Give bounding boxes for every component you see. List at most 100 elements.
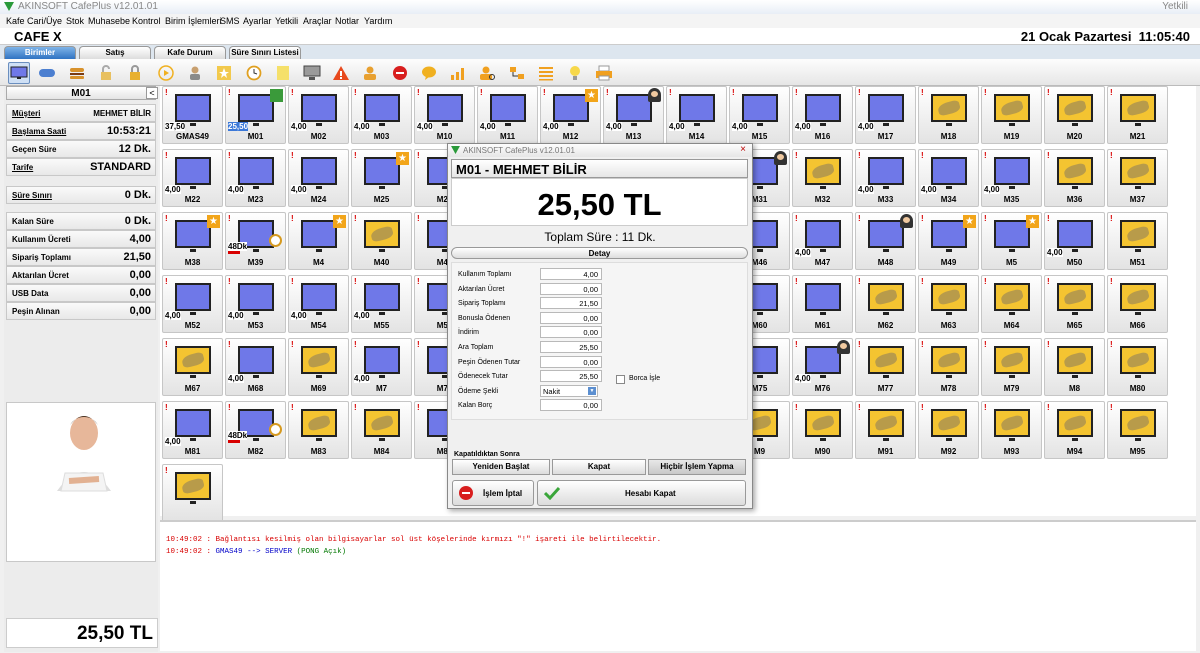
unit-tile[interactable]: ! 4,00 M68 xyxy=(225,338,286,396)
field-value[interactable]: 4,00 xyxy=(540,268,602,280)
unit-tile[interactable]: ! 4,00 M14 xyxy=(666,86,727,144)
unit-tile[interactable]: ! 4,00 M33 xyxy=(855,149,916,207)
unit-tile[interactable]: ! M93 xyxy=(981,401,1042,459)
field-value[interactable]: 0,00 xyxy=(540,399,602,412)
field-value[interactable]: 25,50 xyxy=(540,370,602,383)
unit-tile[interactable]: ! 4,00 M76 xyxy=(792,338,853,396)
unit-tile[interactable]: ! ★ M38 xyxy=(162,212,223,270)
menu-ayarlar[interactable]: Ayarlar xyxy=(243,16,271,26)
field-value[interactable]: 0,00 xyxy=(540,282,602,295)
unit-tile[interactable]: ! ★ M5 xyxy=(981,212,1042,270)
star-icon[interactable] xyxy=(213,62,235,84)
borca-isle-checkbox[interactable] xyxy=(616,375,625,384)
unit-tile[interactable]: ! M20 xyxy=(1044,86,1105,144)
unit-tile[interactable]: ! M95 xyxy=(1107,401,1168,459)
restart-button[interactable]: Yeniden Başlat xyxy=(452,459,550,475)
tab-satis[interactable]: Satış xyxy=(79,46,151,59)
warning-icon[interactable] xyxy=(330,62,352,84)
unit-tile[interactable]: ! M36 xyxy=(1044,149,1105,207)
network-icon[interactable] xyxy=(506,62,528,84)
unit-tile[interactable]: ! 4,00 M50 xyxy=(1044,212,1105,270)
unit-tile[interactable]: ! M64 xyxy=(981,275,1042,333)
field-value[interactable]: 21,50 xyxy=(540,297,602,310)
unit-tile[interactable]: ! 4,00 M47 xyxy=(792,212,853,270)
lock-icon[interactable] xyxy=(124,62,146,84)
unit-tile[interactable]: ! M92 xyxy=(918,401,979,459)
menu-yetkili[interactable]: Yetkili xyxy=(275,16,298,26)
field-value[interactable]: 0,00 xyxy=(540,355,602,368)
unit-tile[interactable]: ! 37,50 GMAS49 xyxy=(162,86,223,144)
menu-sms[interactable]: SMS xyxy=(220,16,240,26)
menu-kontrol[interactable]: Kontrol xyxy=(132,16,161,26)
bulb-icon[interactable] xyxy=(564,62,586,84)
note-icon[interactable] xyxy=(272,62,294,84)
dialog-close-button[interactable]: × xyxy=(740,144,746,155)
unit-tile[interactable]: ! M40 xyxy=(351,212,412,270)
detail-toggle[interactable]: Detay xyxy=(451,247,748,259)
unit-tile[interactable]: ! ★ M4 xyxy=(288,212,349,270)
unit-tile[interactable]: ! M90 xyxy=(792,401,853,459)
menu-notlar[interactable]: Notlar xyxy=(335,16,359,26)
tab-birimler[interactable]: Birimler xyxy=(4,46,76,59)
chevron-down-icon[interactable]: ▼ xyxy=(588,386,596,395)
unit-tile[interactable]: ! xyxy=(162,464,223,522)
menu-yardim[interactable]: Yardım xyxy=(364,16,392,26)
menu-kafe[interactable]: Kafe xyxy=(6,16,25,26)
person-icon[interactable] xyxy=(184,62,206,84)
menu-muhasebe[interactable]: Muhasebe xyxy=(88,16,130,26)
field-value[interactable]: 25,50 xyxy=(540,341,602,353)
unit-tile[interactable]: ! 4,00 M81 xyxy=(162,401,223,459)
unit-tile[interactable]: ! 4,00 M35 xyxy=(981,149,1042,207)
list-icon[interactable] xyxy=(535,62,557,84)
unit-tile[interactable]: ! M48 xyxy=(855,212,916,270)
unit-tile[interactable]: ! M77 xyxy=(855,338,916,396)
field-value[interactable]: 0,00 xyxy=(540,311,602,324)
unit-tile[interactable]: ! 4,00 M24 xyxy=(288,149,349,207)
unit-tile[interactable]: ! 4,00 M10 xyxy=(414,86,475,144)
menu-stok[interactable]: Stok xyxy=(66,16,84,26)
unit-tile[interactable]: ! M78 xyxy=(918,338,979,396)
detail-label[interactable]: Başlama Saati xyxy=(12,127,66,136)
unit-tile[interactable]: ! M18 xyxy=(918,86,979,144)
unit-tile[interactable]: ! 4,00 M02 xyxy=(288,86,349,144)
unit-tile[interactable]: ! 4,00 M55 xyxy=(351,275,412,333)
unit-tile[interactable]: ! 48Dk M39 xyxy=(225,212,286,270)
unit-tile[interactable]: ! M63 xyxy=(918,275,979,333)
payment-select[interactable]: Nakit ▼ xyxy=(540,384,598,397)
unit-tile[interactable]: ! M84 xyxy=(351,401,412,459)
unit-tile[interactable]: ! 4,00 M13 xyxy=(603,86,664,144)
unit-tile[interactable]: ! M32 xyxy=(792,149,853,207)
screen-icon[interactable] xyxy=(301,62,323,84)
unit-tile[interactable]: ! 4,00 M23 xyxy=(225,149,286,207)
unit-tile[interactable]: ! M91 xyxy=(855,401,916,459)
unit-tile[interactable]: ! 4,00 M17 xyxy=(855,86,916,144)
field-value[interactable]: 0,00 xyxy=(540,326,602,339)
users-icon[interactable] xyxy=(359,62,381,84)
unit-tile[interactable]: ! 4,00 M15 xyxy=(729,86,790,144)
no-action-button[interactable]: Hiçbir İşlem Yapma xyxy=(648,459,746,475)
printer-icon[interactable] xyxy=(593,62,615,84)
unit-tile[interactable]: ! M79 xyxy=(981,338,1042,396)
detail-label[interactable]: Müşteri xyxy=(12,109,40,118)
unit-tile[interactable]: ! 4,00 M11 xyxy=(477,86,538,144)
burger-icon[interactable] xyxy=(66,62,88,84)
unit-tile[interactable]: ! 4,00 M54 xyxy=(288,275,349,333)
unit-tile[interactable]: ! M69 xyxy=(288,338,349,396)
unit-tile[interactable]: ! 4,00 M52 xyxy=(162,275,223,333)
detail-label[interactable]: Tarife xyxy=(12,163,33,172)
unit-tile[interactable]: ! M8 xyxy=(1044,338,1105,396)
monitor-icon[interactable] xyxy=(8,62,30,84)
unit-tile[interactable]: ! M83 xyxy=(288,401,349,459)
unit-tile[interactable]: ! M65 xyxy=(1044,275,1105,333)
user-search-icon[interactable] xyxy=(476,62,498,84)
unit-tile[interactable]: ! M62 xyxy=(855,275,916,333)
unit-tile[interactable]: ! M61 xyxy=(792,275,853,333)
unit-tile[interactable]: ! 25,50 M01 xyxy=(225,86,286,144)
chart-icon[interactable] xyxy=(447,62,469,84)
unit-tile[interactable]: ! 4,00 M53 xyxy=(225,275,286,333)
unlock-icon[interactable] xyxy=(95,62,117,84)
gamepad-icon[interactable] xyxy=(36,62,58,84)
unit-tile[interactable]: ! 4,00 M34 xyxy=(918,149,979,207)
unit-tile[interactable]: ! 48Dk M82 xyxy=(225,401,286,459)
unit-tile[interactable]: ! ★ M25 xyxy=(351,149,412,207)
